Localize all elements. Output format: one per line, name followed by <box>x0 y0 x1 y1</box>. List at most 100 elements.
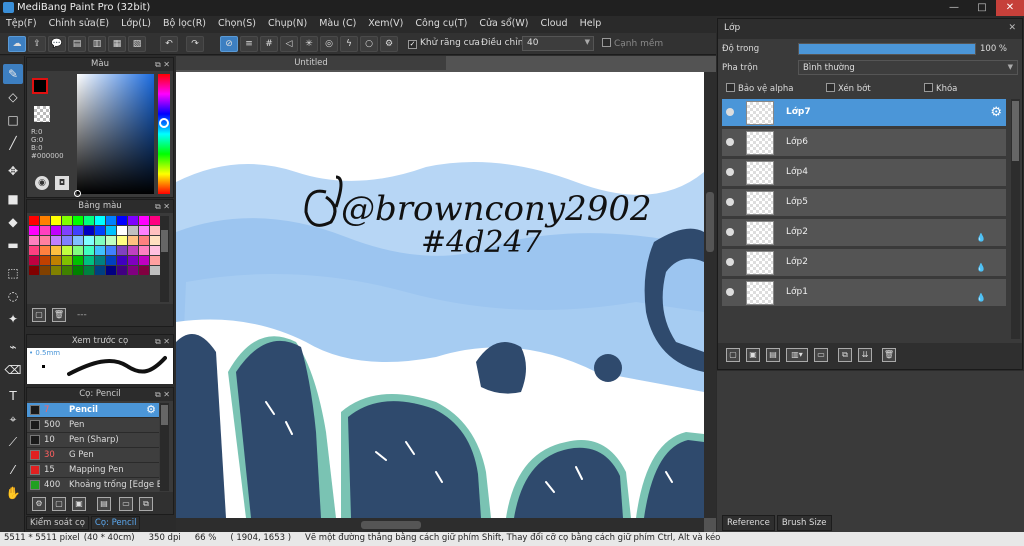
palette-swatch[interactable] <box>29 246 39 255</box>
comment-icon[interactable]: 💬 <box>48 36 66 52</box>
ellipse-snap-icon[interactable]: ○ <box>360 36 378 52</box>
layer-row[interactable]: Lớp1 💧 <box>722 279 1006 307</box>
brush-item[interactable]: 30 G Pen <box>27 448 159 463</box>
palette-swatch[interactable] <box>128 246 138 255</box>
palette-swatch[interactable] <box>117 216 127 225</box>
palette-swatch[interactable] <box>117 236 127 245</box>
palette-swatch[interactable] <box>84 256 94 265</box>
magic-wand-icon[interactable]: ✦ <box>3 309 23 329</box>
palette-swatch[interactable] <box>139 216 149 225</box>
palette-swatch[interactable] <box>117 256 127 265</box>
select-eraser-icon[interactable]: ⌫ <box>3 360 23 380</box>
panel-controls[interactable]: ⧉ ✕ <box>155 200 170 213</box>
delete-swatch-icon[interactable]: 🗑 <box>52 308 66 322</box>
protect-alpha-checkbox-icon[interactable] <box>726 83 735 92</box>
palette-swatch[interactable] <box>62 256 72 265</box>
menu-file[interactable]: Tệp(F) <box>0 16 43 33</box>
palette-swatch[interactable] <box>62 266 72 275</box>
radial-snap-icon[interactable]: ✳ <box>300 36 318 52</box>
parallel-snap-icon[interactable]: ≡ <box>240 36 258 52</box>
opacity-slider[interactable] <box>798 43 976 55</box>
canvas-vertical-scrollbar[interactable] <box>704 72 716 518</box>
minimize-button[interactable]: — <box>940 0 968 16</box>
clipping-toggle[interactable]: Xén bớt <box>826 83 871 94</box>
new-layer-icon[interactable]: ▢ <box>726 348 740 362</box>
palette-swatch[interactable] <box>84 216 94 225</box>
palette-swatch[interactable] <box>106 246 116 255</box>
redo-icon[interactable]: ↷ <box>186 36 204 52</box>
palette-swatch[interactable] <box>95 266 105 275</box>
new-brush-icon[interactable]: ▢ <box>52 497 66 511</box>
tab-brush-control[interactable]: Kiểm soát cọ <box>26 516 89 530</box>
palette-swatch[interactable] <box>139 256 149 265</box>
new-halftone-layer-icon[interactable]: ▣ <box>746 348 760 362</box>
document-icon[interactable]: ▥ <box>88 36 106 52</box>
list-icon[interactable]: ▦ <box>108 36 126 52</box>
palette-swatch[interactable] <box>51 226 61 235</box>
tab-brush-size[interactable]: Brush Size <box>776 515 832 531</box>
adjust-dropdown[interactable]: 40 ▼ <box>522 36 594 51</box>
palette-swatch[interactable] <box>150 226 160 235</box>
menu-color[interactable]: Màu (C) <box>313 16 362 33</box>
brush-item[interactable]: 7 Pencil ⚙ <box>27 403 159 418</box>
maximize-button[interactable]: □ <box>968 0 996 16</box>
snap-settings-icon[interactable]: ⚙ <box>380 36 398 52</box>
palette-swatch[interactable] <box>84 226 94 235</box>
gear-icon[interactable]: ⚙ <box>146 403 156 416</box>
eye-icon[interactable] <box>726 138 734 146</box>
add-swatch-icon[interactable]: ▢ <box>32 308 46 322</box>
palette-swatch[interactable] <box>29 236 39 245</box>
document-tab[interactable]: Untitled <box>176 56 446 70</box>
hue-handle[interactable] <box>159 118 169 128</box>
panel-controls[interactable]: ⧉ ✕ <box>155 388 170 401</box>
cloud-icon[interactable]: ☁ <box>8 36 26 52</box>
select-pen-icon[interactable]: ⌁ <box>3 337 23 357</box>
lock-toggle[interactable]: Khóa <box>924 83 957 94</box>
palette-swatch[interactable] <box>139 236 149 245</box>
eye-icon[interactable] <box>726 198 734 206</box>
palette-swatch[interactable] <box>73 236 83 245</box>
eyedropper-tool-icon[interactable]: ⟋ <box>3 432 23 452</box>
palette-swatch[interactable] <box>84 266 94 275</box>
close-button[interactable]: ✕ <box>996 0 1024 16</box>
palette-swatch[interactable] <box>150 266 160 275</box>
menu-view[interactable]: Xem(V) <box>362 16 409 33</box>
palette-swatch[interactable] <box>95 256 105 265</box>
select-tool-icon[interactable]: ⬚ <box>3 263 23 283</box>
gear-icon[interactable]: ⚙ <box>990 105 1002 120</box>
palette-swatch[interactable] <box>106 266 116 275</box>
menu-filter[interactable]: Bộ lọc(R) <box>157 16 212 33</box>
palette-swatch[interactable] <box>150 216 160 225</box>
brush-item[interactable]: 400 Khoảng trống [Edge Bl <box>27 478 165 493</box>
primary-color-swatch[interactable] <box>32 78 48 94</box>
folder-icon[interactable]: ▭ <box>814 348 828 362</box>
layer-row[interactable]: Lớp7 ⚙ <box>722 99 1006 127</box>
soft-edge-checkbox-icon[interactable] <box>602 38 611 47</box>
layer-row[interactable]: Lớp2 💧 <box>722 219 1006 247</box>
palette-swatch[interactable] <box>139 246 149 255</box>
palette-swatch[interactable] <box>51 216 61 225</box>
menu-edit[interactable]: Chỉnh sửa(E) <box>43 16 116 33</box>
menu-cloud[interactable]: Cloud <box>534 16 573 33</box>
eye-icon[interactable] <box>726 288 734 296</box>
palette-swatch[interactable] <box>84 236 94 245</box>
tab-brush-pencil[interactable]: Cọ: Pencil <box>90 516 141 530</box>
palette-swatch[interactable] <box>51 246 61 255</box>
brush-item[interactable]: 15 Mapping Pen <box>27 463 159 478</box>
palette-swatch[interactable] <box>40 266 50 275</box>
divide-tool-icon[interactable]: ⌖ <box>3 409 23 429</box>
palette-swatch[interactable] <box>73 226 83 235</box>
palette-swatch[interactable] <box>29 216 39 225</box>
eye-icon[interactable] <box>726 228 734 236</box>
menu-layer[interactable]: Lớp(L) <box>115 16 157 33</box>
palette-swatch[interactable] <box>95 226 105 235</box>
color-wheel-icon[interactable]: ◉ <box>35 176 49 190</box>
merge-down-icon[interactable]: ⇊ <box>858 348 872 362</box>
palette-swatch[interactable] <box>106 236 116 245</box>
palette-swatch[interactable] <box>128 236 138 245</box>
comic-icon[interactable]: ▧ <box>128 36 146 52</box>
antialias-checkbox-icon[interactable]: ✓ <box>408 40 417 49</box>
menu-help[interactable]: Help <box>574 16 608 33</box>
folder-icon[interactable]: ▭ <box>119 497 133 511</box>
layer-row[interactable]: Lớp5 <box>722 189 1006 217</box>
